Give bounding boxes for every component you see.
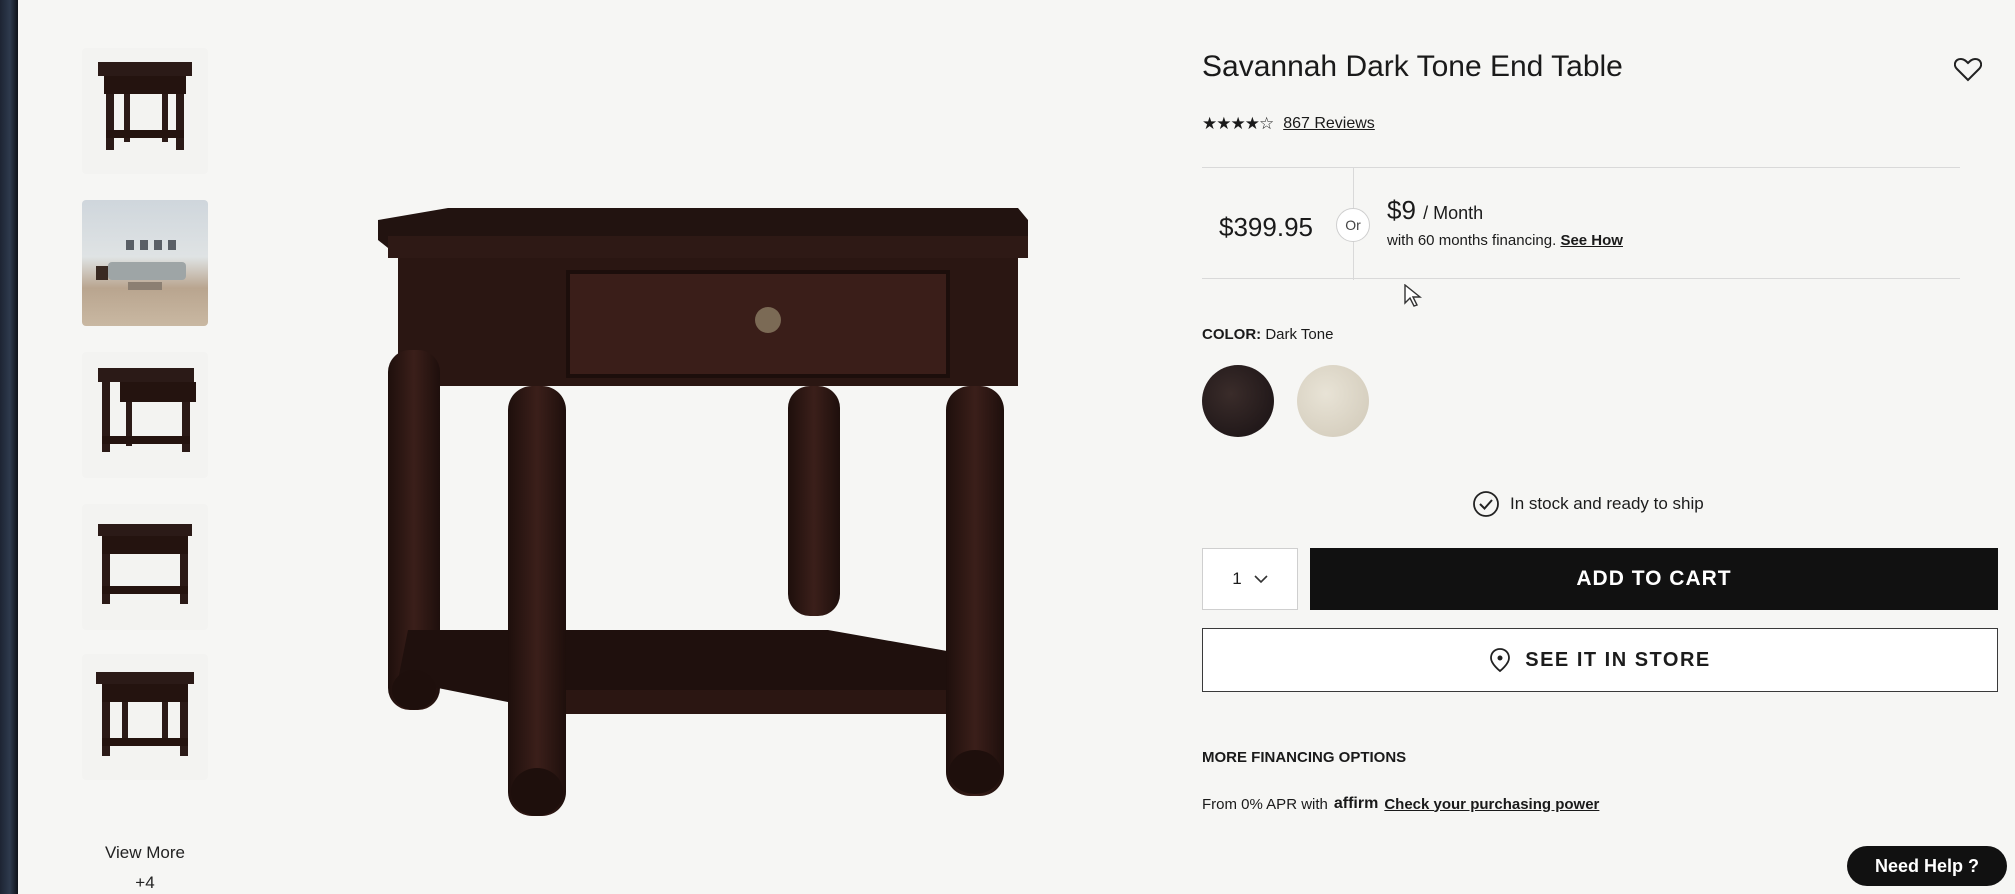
color-swatch-dark-tone[interactable] xyxy=(1202,365,1274,437)
product-title: Savannah Dark Tone End Table xyxy=(1202,50,1623,83)
affirm-text: From 0% APR with xyxy=(1202,795,1328,813)
more-financing-heading: MORE FINANCING OPTIONS xyxy=(1202,749,1407,766)
end-table-thumbnail xyxy=(98,368,196,452)
screen-bezel xyxy=(0,0,18,894)
monthly-amount: $9 xyxy=(1387,195,1416,225)
financing-terms: with 60 months financing. xyxy=(1387,232,1557,249)
end-table-thumbnail xyxy=(98,524,192,604)
quantity-select[interactable]: 1 xyxy=(1202,548,1298,610)
price-box: $399.95 Or $9 / Month with 60 months fin… xyxy=(1202,167,1960,280)
color-label: COLOR: Dark Tone xyxy=(1202,326,1333,343)
rating-stars-icon: ★★★★☆ xyxy=(1202,114,1274,133)
location-pin-icon xyxy=(1490,648,1511,673)
affirm-logo: affirm xyxy=(1333,795,1379,812)
reviews-link[interactable]: 867 Reviews xyxy=(1283,115,1375,133)
color-label-key: COLOR: xyxy=(1202,326,1262,343)
see-it-in-store-button[interactable]: SEE IT IN STORE xyxy=(1202,628,1998,692)
see-it-in-store-label: SEE IT IN STORE xyxy=(1525,648,1711,671)
product-page: View More +4 Savannah Dark Tone End Tabl… xyxy=(18,0,2015,894)
mouse-pointer-icon xyxy=(1404,284,1422,307)
stock-text: In stock and ready to ship xyxy=(1510,494,1704,513)
end-table-thumbnail xyxy=(98,62,192,150)
stock-status: In stock and ready to ship xyxy=(1472,490,1704,518)
check-circle-icon xyxy=(1473,491,1499,517)
check-purchasing-power-link[interactable]: Check your purchasing power xyxy=(1384,796,1599,813)
view-more-label: View More xyxy=(105,843,185,862)
product-price: $399.95 xyxy=(1219,212,1313,242)
affirm-financing-line: From 0% APR with affirm Check your purch… xyxy=(1202,795,1599,813)
thumbnail-4[interactable] xyxy=(82,504,208,630)
product-info-panel: Savannah Dark Tone End Table ★★★★☆ 867 R… xyxy=(1202,0,2002,894)
view-more-count: +4 xyxy=(135,873,155,892)
color-selected-value: Dark Tone xyxy=(1265,326,1334,343)
need-help-button[interactable]: Need Help ? xyxy=(1847,846,2007,886)
end-table-thumbnail xyxy=(96,672,194,756)
monthly-unit: / Month xyxy=(1423,203,1484,223)
or-badge: Or xyxy=(1336,208,1370,242)
chevron-down-icon xyxy=(1254,575,1268,584)
quantity-value: 1 xyxy=(1232,569,1242,588)
room-scene-image xyxy=(96,240,186,290)
end-table-image xyxy=(378,208,1028,816)
wishlist-heart-icon[interactable] xyxy=(1953,56,1983,82)
thumbnail-1[interactable] xyxy=(82,48,208,174)
thumbnail-5[interactable] xyxy=(82,654,208,780)
main-product-image xyxy=(358,160,1058,820)
see-how-link[interactable]: See How xyxy=(1560,232,1623,249)
rating-row: ★★★★☆ 867 Reviews xyxy=(1202,114,1375,134)
color-swatch-light[interactable] xyxy=(1297,365,1369,437)
monthly-price: $9 / Month xyxy=(1387,195,1483,226)
thumbnail-2-room-scene[interactable] xyxy=(82,200,208,326)
add-to-cart-button[interactable]: ADD TO CART xyxy=(1310,548,1998,610)
view-more-link[interactable]: View More +4 xyxy=(90,838,200,894)
financing-text: with 60 months financing. See How xyxy=(1387,232,1623,249)
thumbnail-3[interactable] xyxy=(82,352,208,478)
